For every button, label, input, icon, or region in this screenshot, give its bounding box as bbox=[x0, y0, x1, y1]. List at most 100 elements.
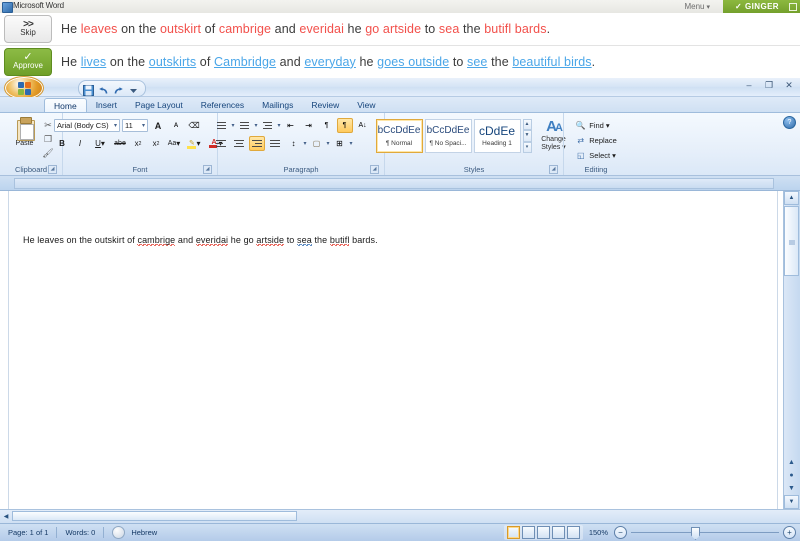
copy-icon[interactable]: ❐ bbox=[42, 133, 55, 145]
scroll-left-button[interactable]: ◀ bbox=[0, 510, 12, 522]
grow-font-button[interactable]: A bbox=[150, 118, 166, 133]
sort-button[interactable]: A↓ bbox=[355, 118, 371, 133]
redo-icon[interactable] bbox=[113, 83, 124, 94]
tab-page-layout[interactable]: Page Layout bbox=[126, 98, 192, 112]
scroll-down-button[interactable]: ▼ bbox=[784, 495, 799, 509]
justify-button[interactable] bbox=[267, 136, 283, 151]
shrink-font-button[interactable]: A bbox=[168, 118, 184, 133]
chevron-down-icon: ▾ bbox=[255, 122, 258, 129]
paste-button[interactable]: Paste bbox=[8, 117, 42, 147]
skip-button[interactable]: >> Skip bbox=[4, 15, 52, 43]
italic-button[interactable]: I bbox=[72, 136, 88, 151]
vertical-scroll-thumb[interactable] bbox=[784, 206, 799, 276]
font-size-combo[interactable]: 11▾ bbox=[122, 119, 148, 132]
print-layout-view-button[interactable] bbox=[507, 526, 520, 539]
bullets-button[interactable] bbox=[213, 118, 229, 133]
text-highlight-button[interactable]: ✎ ▾ bbox=[184, 136, 204, 151]
tab-references[interactable]: References bbox=[192, 98, 253, 112]
save-icon[interactable] bbox=[83, 83, 94, 94]
full-screen-reading-view-button[interactable] bbox=[522, 526, 535, 539]
undo-icon[interactable] bbox=[98, 83, 109, 94]
zoom-level-label[interactable]: 150% bbox=[587, 528, 610, 537]
ginger-correction-body: >> Skip He leaves on the outskirt of cam… bbox=[0, 13, 800, 78]
horizontal-scrollbar[interactable]: ◀ bbox=[0, 509, 800, 523]
style-name: Heading 1 bbox=[482, 139, 512, 148]
outline-view-button[interactable] bbox=[552, 526, 565, 539]
tab-mailings[interactable]: Mailings bbox=[253, 98, 302, 112]
ginger-menu-button[interactable]: Menu▾ bbox=[684, 2, 710, 11]
change-case-button[interactable]: Aa▾ bbox=[166, 136, 182, 151]
cut-icon[interactable]: ✂ bbox=[42, 119, 55, 131]
select-button[interactable]: ◱Select ▾ bbox=[573, 149, 619, 162]
borders-button[interactable]: ⊞ bbox=[332, 136, 348, 151]
line-spacing-button[interactable]: ↕ bbox=[285, 136, 301, 151]
web-layout-view-button[interactable] bbox=[537, 526, 550, 539]
paragraph-dialog-launcher[interactable]: ◢ bbox=[370, 165, 379, 174]
next-page-button[interactable]: ▼ bbox=[784, 482, 799, 495]
tab-home[interactable]: Home bbox=[44, 98, 87, 112]
clipboard-dialog-launcher[interactable]: ◢ bbox=[48, 165, 57, 174]
zoom-slider-handle[interactable] bbox=[691, 527, 700, 540]
text-run: He bbox=[61, 55, 81, 69]
text-run: to bbox=[284, 235, 297, 245]
clear-formatting-icon[interactable]: ⌫ bbox=[186, 118, 202, 133]
align-left-button[interactable] bbox=[213, 136, 229, 151]
underline-button[interactable]: U▾ bbox=[90, 136, 110, 151]
close-button[interactable]: ✕ bbox=[782, 79, 796, 91]
scroll-up-button[interactable]: ▲ bbox=[784, 191, 799, 205]
zoom-out-button[interactable]: − bbox=[614, 526, 627, 539]
document-canvas[interactable]: He leaves on the outskirt of cambrige an… bbox=[0, 191, 800, 509]
increase-indent-button[interactable]: ⇥ bbox=[301, 118, 317, 133]
ginger-close-button[interactable] bbox=[786, 0, 800, 13]
draft-view-button[interactable] bbox=[567, 526, 580, 539]
styles-scroll-down-button[interactable]: ▼ bbox=[523, 130, 532, 141]
approve-button[interactable]: ✓ Approve bbox=[4, 48, 52, 76]
customize-qat-icon[interactable] bbox=[128, 83, 139, 94]
styles-more-button[interactable]: ▾ bbox=[523, 142, 532, 153]
zoom-slider[interactable] bbox=[631, 527, 779, 538]
align-right-button[interactable] bbox=[249, 136, 265, 151]
superscript-button[interactable]: x2 bbox=[148, 136, 164, 151]
multilevel-list-button[interactable] bbox=[260, 118, 276, 133]
style-tile-2[interactable]: bCcDdEe¶ No Spaci... bbox=[425, 119, 472, 153]
text-run-fix: outskirts bbox=[149, 55, 196, 69]
decrease-indent-button[interactable]: ⇤ bbox=[283, 118, 299, 133]
font-dialog-launcher[interactable]: ◢ bbox=[203, 165, 212, 174]
styles-scroll-up-button[interactable]: ▲ bbox=[523, 119, 532, 130]
bold-button[interactable]: B bbox=[54, 136, 70, 151]
format-painter-icon[interactable]: 🖌 bbox=[42, 147, 55, 159]
strikethrough-button[interactable]: abe bbox=[112, 136, 128, 151]
style-tile-3[interactable]: cDdEeHeading 1 bbox=[474, 119, 521, 153]
word-count[interactable]: Words: 0 bbox=[57, 524, 103, 541]
previous-page-button[interactable]: ▲ bbox=[784, 456, 799, 469]
zoom-in-button[interactable]: + bbox=[783, 526, 796, 539]
tab-view[interactable]: View bbox=[348, 98, 384, 112]
page-indicator[interactable]: Page: 1 of 1 bbox=[0, 524, 56, 541]
vertical-scrollbar[interactable]: ▲ ▲ ● ▼ ▼ bbox=[783, 191, 800, 509]
font-name-combo[interactable]: Arial (Body CS)▾ bbox=[54, 119, 120, 132]
restore-button[interactable]: ❐ bbox=[762, 79, 776, 91]
ribbon-help-icon[interactable]: ? bbox=[783, 116, 796, 129]
styles-dialog-launcher[interactable]: ◢ bbox=[549, 165, 558, 174]
tab-insert[interactable]: Insert bbox=[87, 98, 126, 112]
tab-review[interactable]: Review bbox=[302, 98, 348, 112]
rtl-text-direction-button[interactable]: ¶ bbox=[337, 118, 353, 133]
scroll-thumb-grip bbox=[789, 240, 795, 245]
replace-button[interactable]: ⇄Replace bbox=[573, 134, 619, 147]
horizontal-scroll-thumb[interactable] bbox=[12, 511, 297, 521]
binoculars-button[interactable]: 🔍Find ▾ bbox=[573, 119, 619, 132]
subscript-button[interactable]: x2 bbox=[130, 136, 146, 151]
document-page[interactable]: He leaves on the outskirt of cambrige an… bbox=[8, 191, 778, 509]
style-tile-1[interactable]: bCcDdEe¶ Normal bbox=[376, 119, 423, 153]
office-logo-icon bbox=[18, 82, 31, 95]
language-indicator[interactable]: Hebrew bbox=[104, 524, 165, 541]
horizontal-ruler[interactable] bbox=[0, 176, 800, 191]
minimize-button[interactable]: – bbox=[742, 79, 756, 91]
align-center-button[interactable] bbox=[231, 136, 247, 151]
numbering-button[interactable] bbox=[237, 118, 253, 133]
chevron-down-icon: ▾ bbox=[114, 122, 117, 129]
select-browse-object-button[interactable]: ● bbox=[784, 469, 799, 482]
shading-button[interactable]: ▢ bbox=[309, 136, 325, 151]
paste-icon bbox=[15, 117, 35, 139]
ltr-text-direction-button[interactable]: ¶ bbox=[319, 118, 335, 133]
